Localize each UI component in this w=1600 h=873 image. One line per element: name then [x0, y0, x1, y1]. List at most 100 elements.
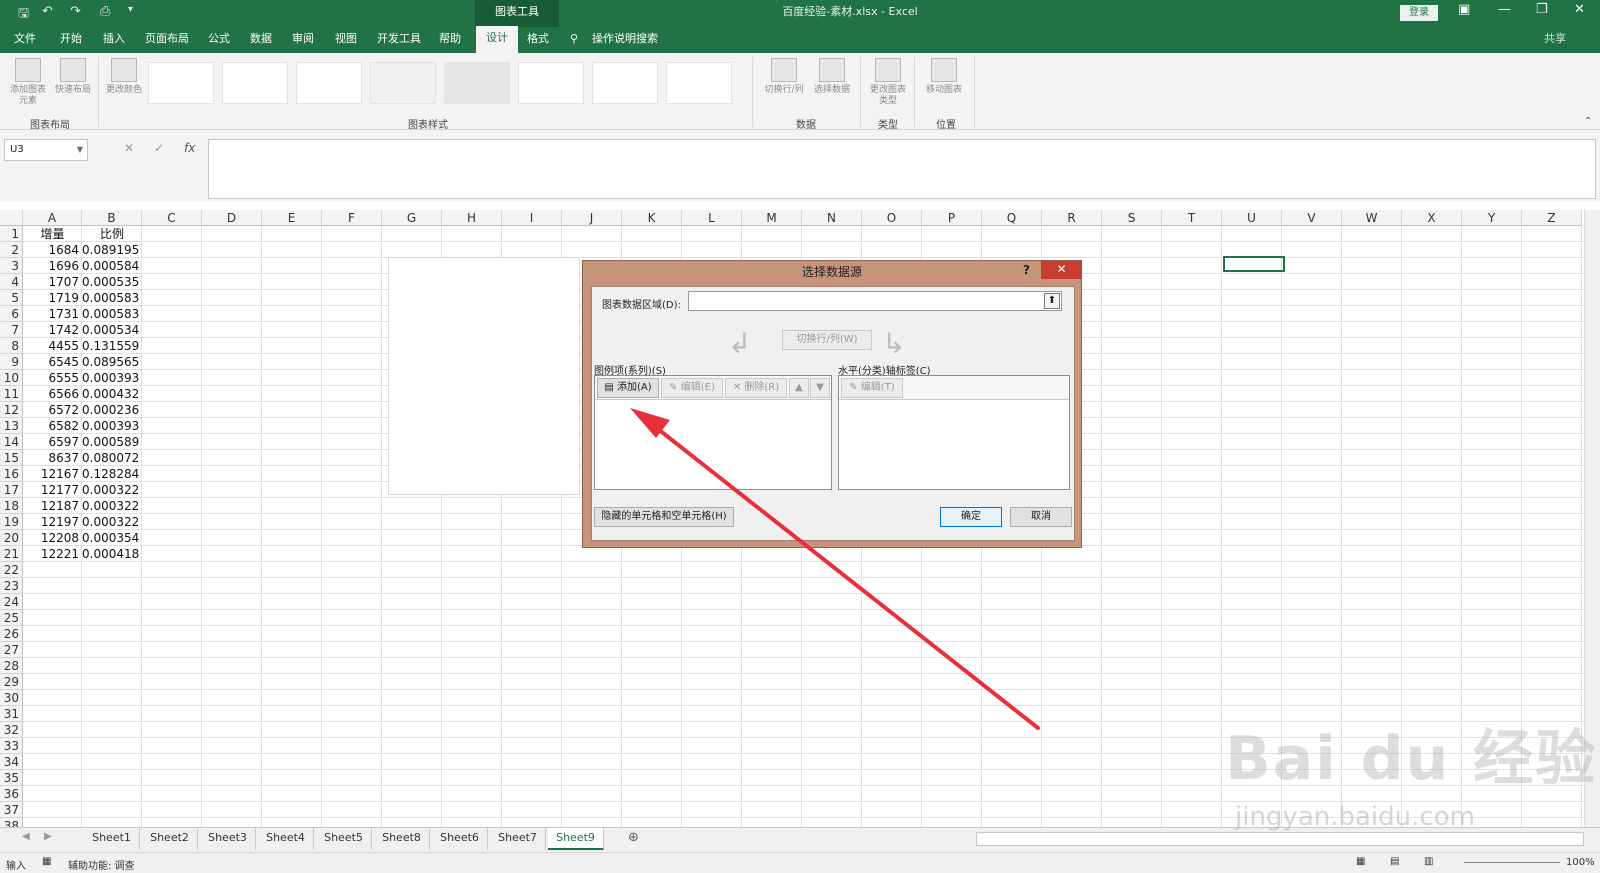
- active-cell-u3[interactable]: [1223, 256, 1285, 272]
- row-header[interactable]: 4: [0, 274, 23, 290]
- move-up-button[interactable]: ▲: [789, 378, 809, 398]
- column-header[interactable]: Z: [1522, 210, 1582, 226]
- normal-view-icon[interactable]: ▦: [1356, 856, 1365, 867]
- row-header[interactable]: 36: [0, 786, 23, 802]
- row-header[interactable]: 24: [0, 594, 23, 610]
- minimize-icon[interactable]: —: [1498, 2, 1511, 17]
- change-chart-type-button[interactable]: 更改图表类型: [866, 58, 910, 107]
- chart-style-5[interactable]: [444, 62, 510, 104]
- sheet-tab[interactable]: Sheet8: [374, 828, 430, 850]
- sheet-tab[interactable]: Sheet5: [316, 828, 372, 850]
- tab-design[interactable]: 设计: [476, 26, 518, 53]
- tab-help[interactable]: 帮助: [439, 27, 461, 53]
- ribbon-display-icon[interactable]: ▣: [1458, 2, 1470, 17]
- tab-review[interactable]: 审阅: [292, 27, 314, 53]
- tab-data[interactable]: 数据: [250, 27, 272, 53]
- row-header[interactable]: 34: [0, 754, 23, 770]
- add-series-button[interactable]: ▤ 添加(A): [597, 378, 659, 398]
- login-button[interactable]: 登录: [1400, 5, 1438, 21]
- close-window-icon[interactable]: ✕: [1574, 2, 1585, 17]
- sheet-tab[interactable]: Sheet2: [142, 828, 198, 850]
- column-header[interactable]: Y: [1462, 210, 1522, 226]
- row-header[interactable]: 13: [0, 418, 23, 434]
- row-header[interactable]: 7: [0, 322, 23, 338]
- row-header[interactable]: 21: [0, 546, 23, 562]
- column-header[interactable]: C: [142, 210, 202, 226]
- column-header[interactable]: U: [1222, 210, 1282, 226]
- scroll-tabs-right-icon[interactable]: ▶: [44, 831, 52, 842]
- row-header[interactable]: 18: [0, 498, 23, 514]
- row-header[interactable]: 5: [0, 290, 23, 306]
- chevron-down-icon[interactable]: ▼: [77, 140, 83, 160]
- name-box[interactable]: U3 ▼: [4, 139, 88, 161]
- chart-style-8[interactable]: [666, 62, 732, 104]
- row-header[interactable]: 29: [0, 674, 23, 690]
- redo-icon[interactable]: ↷: [70, 4, 81, 19]
- chart-style-4[interactable]: [370, 62, 436, 104]
- column-header[interactable]: G: [382, 210, 442, 226]
- collapse-ribbon-icon[interactable]: ⌃: [1584, 116, 1592, 127]
- tab-formulas[interactable]: 公式: [208, 27, 230, 53]
- sheet-tab[interactable]: Sheet4: [258, 828, 314, 850]
- customize-qat-icon[interactable]: ▾: [128, 4, 133, 15]
- edit-axis-labels-button[interactable]: ✎ 编辑(T): [841, 378, 903, 398]
- row-header[interactable]: 2: [0, 242, 23, 258]
- column-header[interactable]: J: [562, 210, 622, 226]
- tab-developer[interactable]: 开发工具: [377, 27, 421, 53]
- row-header[interactable]: 23: [0, 578, 23, 594]
- column-header[interactable]: L: [682, 210, 742, 226]
- row-header[interactable]: 12: [0, 402, 23, 418]
- column-header[interactable]: P: [922, 210, 982, 226]
- column-header[interactable]: W: [1342, 210, 1402, 226]
- column-header[interactable]: S: [1102, 210, 1162, 226]
- row-header[interactable]: 26: [0, 626, 23, 642]
- row-header[interactable]: 38: [0, 818, 23, 827]
- column-header[interactable]: T: [1162, 210, 1222, 226]
- add-chart-element-button[interactable]: 添加图表元素: [6, 58, 50, 107]
- legend-entries-list[interactable]: ▤ 添加(A) ✎ 编辑(E) ✕ 删除(R) ▲ ▼: [594, 375, 832, 490]
- change-colors-button[interactable]: 更改颜色: [104, 58, 144, 96]
- tell-me-search[interactable]: 操作说明搜索: [592, 27, 658, 53]
- chart-style-3[interactable]: [296, 62, 362, 104]
- cancel-formula-icon[interactable]: ✕: [124, 141, 134, 155]
- column-header[interactable]: F: [322, 210, 382, 226]
- column-header[interactable]: H: [442, 210, 502, 226]
- sheet-tab[interactable]: Sheet7: [490, 828, 546, 850]
- row-header[interactable]: 32: [0, 722, 23, 738]
- column-header[interactable]: A: [23, 210, 82, 226]
- column-header[interactable]: B: [82, 210, 142, 226]
- row-header[interactable]: 8: [0, 338, 23, 354]
- chart-style-7[interactable]: [592, 62, 658, 104]
- switch-row-column-dialog-button[interactable]: 切换行/列(W): [782, 330, 872, 350]
- formula-input[interactable]: [208, 139, 1596, 199]
- select-data-button[interactable]: 选择数据: [810, 58, 854, 96]
- select-all-corner[interactable]: [0, 210, 23, 226]
- column-header[interactable]: R: [1042, 210, 1102, 226]
- quick-layout-button[interactable]: 快速布局: [52, 58, 94, 96]
- sheet-tab[interactable]: Sheet1: [84, 828, 140, 850]
- row-header[interactable]: 3: [0, 258, 23, 274]
- row-header[interactable]: 25: [0, 610, 23, 626]
- enter-formula-icon[interactable]: ✓: [154, 141, 164, 155]
- row-header[interactable]: 22: [0, 562, 23, 578]
- insert-function-icon[interactable]: fx: [184, 141, 195, 155]
- restore-icon[interactable]: ❐: [1536, 2, 1548, 17]
- close-icon[interactable]: ✕: [1041, 261, 1082, 279]
- tab-page-layout[interactable]: 页面布局: [145, 27, 189, 53]
- column-header[interactable]: N: [802, 210, 862, 226]
- tab-home[interactable]: 开始: [60, 27, 82, 53]
- zoom-level[interactable]: 100%: [1566, 857, 1595, 868]
- row-header[interactable]: 20: [0, 530, 23, 546]
- chart-data-range-input[interactable]: ⬆: [688, 291, 1062, 311]
- undo-icon[interactable]: ↶: [42, 4, 53, 19]
- share-button[interactable]: 共享: [1544, 27, 1566, 53]
- chart-object[interactable]: [388, 257, 580, 495]
- row-header[interactable]: 9: [0, 354, 23, 370]
- column-header[interactable]: V: [1282, 210, 1342, 226]
- column-header[interactable]: D: [202, 210, 262, 226]
- row-header[interactable]: 37: [0, 802, 23, 818]
- column-header[interactable]: X: [1402, 210, 1462, 226]
- add-sheet-icon[interactable]: ⊕: [628, 830, 639, 845]
- ok-button[interactable]: 确定: [940, 507, 1002, 527]
- row-header[interactable]: 15: [0, 450, 23, 466]
